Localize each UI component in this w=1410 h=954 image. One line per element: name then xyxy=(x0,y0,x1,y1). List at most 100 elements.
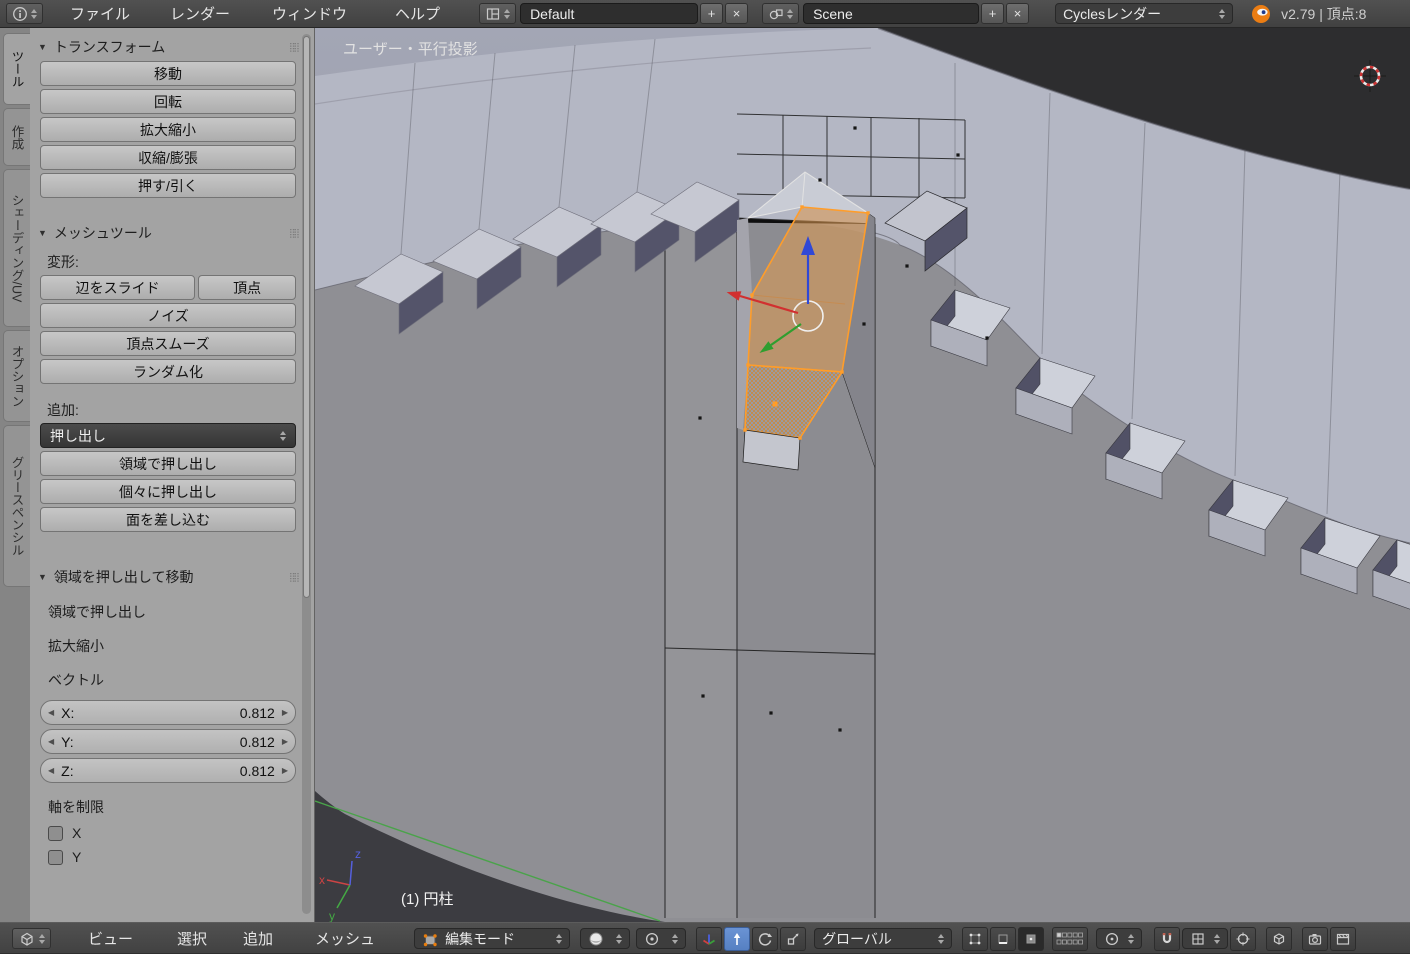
scene-name-field[interactable]: Scene xyxy=(803,3,980,24)
panel-transform-header[interactable]: ▼ トランスフォーム ⣿⣿ xyxy=(38,36,300,58)
extrude-region-button[interactable]: 領域で押し出し xyxy=(40,451,296,476)
shelf-tab-tools[interactable]: ツール xyxy=(3,33,30,105)
layers-grid-icon xyxy=(1056,932,1084,944)
snap-element-select[interactable] xyxy=(1182,928,1229,949)
shrink-fatten-button[interactable]: 収縮/膨張 xyxy=(40,145,296,170)
checkbox-box[interactable] xyxy=(48,849,63,865)
increment-arrow-icon[interactable]: ▶ xyxy=(282,737,288,746)
panel-grip-icon[interactable]: ⣿⣿ xyxy=(289,228,300,239)
delete-scene-button[interactable]: × xyxy=(1006,3,1030,24)
viewport-3d[interactable]: x y z ユーザー・平行投影 (1) 円柱 xyxy=(314,27,1410,923)
vertex-slide-button[interactable]: 頂点 xyxy=(198,275,296,300)
magnet-icon xyxy=(1162,932,1172,943)
shelf-tab-options[interactable]: オプション xyxy=(3,330,30,422)
transform-orientation-select[interactable]: グローバル xyxy=(814,928,953,949)
manipulator-scale-button[interactable] xyxy=(780,926,807,951)
add-scene-button[interactable]: + xyxy=(981,3,1005,24)
gear-mesh[interactable] xyxy=(314,27,1410,922)
scene-browse-button[interactable] xyxy=(762,3,800,24)
interaction-mode-select[interactable]: 編集モード xyxy=(414,928,571,949)
manipulator-rotate-button[interactable] xyxy=(752,926,779,951)
constraint-axis-y-checkbox[interactable]: Y xyxy=(48,849,298,865)
tool-shelf-scrollbar[interactable] xyxy=(302,34,311,914)
panel-title: 領域を押し出して移動 xyxy=(53,569,194,585)
manipulator-toggle-button[interactable] xyxy=(696,926,723,951)
increment-arrow-icon[interactable]: ▶ xyxy=(282,708,288,717)
menu-add[interactable]: 追加 xyxy=(230,928,286,949)
increment-arrow-icon[interactable]: ▶ xyxy=(282,766,288,775)
version-info: v2.79 | 頂点:8 xyxy=(1281,5,1367,22)
menu-mesh[interactable]: メッシュ xyxy=(302,928,388,949)
translate-button[interactable]: 移動 xyxy=(40,61,296,86)
menu-file[interactable]: ファイル xyxy=(57,3,143,24)
chevron-updown-icon xyxy=(556,933,563,944)
chevron-updown-icon xyxy=(39,933,45,944)
viewport-shading-select[interactable] xyxy=(580,928,631,949)
manipulator-axes-icon xyxy=(703,934,716,945)
opengl-render-animation-button[interactable] xyxy=(1330,926,1357,951)
editor-type-select[interactable] xyxy=(6,3,43,24)
vector-z-field[interactable]: ◀ Z: 0.812 ▶ xyxy=(40,758,296,783)
constraint-axis-x-checkbox[interactable]: X xyxy=(48,825,298,841)
panel-transform: ▼ トランスフォーム ⣿⣿ 移動 回転 拡大縮小 収縮/膨張 押す/引く xyxy=(38,36,300,198)
chevron-updown-icon xyxy=(1214,933,1221,944)
operator-step-extrude-label: 領域で押し出し xyxy=(48,604,146,620)
edit-mode-icon xyxy=(423,933,437,946)
scale-button[interactable]: 拡大縮小 xyxy=(40,117,296,142)
chevron-updown-icon xyxy=(787,8,794,19)
select-mode-edge-button[interactable] xyxy=(990,926,1017,951)
panel-title: トランスフォーム xyxy=(53,39,166,55)
manipulator-translate-button[interactable] xyxy=(724,926,751,951)
opengl-render-image-button[interactable] xyxy=(1302,926,1329,951)
constraint-axis-label: 軸を制限 xyxy=(48,799,104,815)
snap-target-button[interactable] xyxy=(1230,926,1257,951)
select-mode-vertex-button[interactable] xyxy=(962,926,989,951)
panel-grip-icon[interactable]: ⣿⣿ xyxy=(289,42,300,53)
shelf-tab-create[interactable]: 作成 xyxy=(3,108,30,166)
screen-layout-browse-button[interactable] xyxy=(479,3,517,24)
shelf-tab-shading-uv[interactable]: シェーディング/UV xyxy=(3,169,30,327)
edge-slide-button[interactable]: 辺をスライド xyxy=(40,275,196,300)
menu-select[interactable]: 選択 xyxy=(164,928,220,949)
limit-selection-visible-button[interactable] xyxy=(1266,926,1293,951)
noise-button[interactable]: ノイズ xyxy=(40,303,296,328)
decrement-arrow-icon[interactable]: ◀ xyxy=(48,737,54,746)
render-engine-select[interactable]: Cyclesレンダー xyxy=(1055,3,1234,24)
pivot-point-select[interactable] xyxy=(636,928,687,949)
decrement-arrow-icon[interactable]: ◀ xyxy=(48,708,54,717)
add-screen-layout-button[interactable]: + xyxy=(700,3,724,24)
chevron-updown-icon xyxy=(31,8,37,19)
menu-help[interactable]: ヘルプ xyxy=(382,3,453,24)
panel-grip-icon[interactable]: ⣿⣿ xyxy=(289,572,300,583)
menu-render[interactable]: レンダー xyxy=(157,3,243,24)
editor-type-select[interactable] xyxy=(12,928,51,949)
panel-operator-header[interactable]: ▼ 領域を押し出して移動 ⣿⣿ xyxy=(38,566,300,588)
menu-view[interactable]: ビュー xyxy=(75,928,146,949)
inset-faces-button[interactable]: 面を差し込む xyxy=(40,507,296,532)
proportional-edit-select[interactable] xyxy=(1096,928,1143,949)
select-mode-face-button[interactable] xyxy=(1018,926,1045,951)
decrement-arrow-icon[interactable]: ◀ xyxy=(48,766,54,775)
layers-grid-widget[interactable] xyxy=(1052,926,1089,951)
add-label: 追加: xyxy=(47,402,79,418)
shelf-tab-grease-pencil[interactable]: グリースペンシル xyxy=(3,425,30,587)
randomize-button[interactable]: ランダム化 xyxy=(40,359,296,384)
vector-x-field[interactable]: ◀ X: 0.812 ▶ xyxy=(40,700,296,725)
extrude-individual-button[interactable]: 個々に押し出し xyxy=(40,479,296,504)
rotate-button[interactable]: 回転 xyxy=(40,89,296,114)
extrude-menu-select[interactable]: 押し出し xyxy=(40,423,296,448)
deform-label: 変形: xyxy=(47,254,79,270)
checkbox-box[interactable] xyxy=(48,825,63,841)
edge-select-icon xyxy=(998,934,1008,944)
snap-increment-icon xyxy=(1192,932,1204,945)
collapse-triangle-icon: ▼ xyxy=(38,228,47,238)
viewport-header-bar: ビュー 選択 追加 メッシュ 編集モード グローバル xyxy=(0,922,1410,954)
snap-toggle-button[interactable] xyxy=(1154,926,1181,951)
menu-window[interactable]: ウィンドウ xyxy=(259,3,360,24)
screen-layout-name-field[interactable]: Default xyxy=(520,3,699,24)
vertex-smooth-button[interactable]: 頂点スムーズ xyxy=(40,331,296,356)
delete-screen-layout-button[interactable]: × xyxy=(725,3,749,24)
vector-y-field[interactable]: ◀ Y: 0.812 ▶ xyxy=(40,729,296,754)
panel-mesh-tools-header[interactable]: ▼ メッシュツール ⣿⣿ xyxy=(38,222,300,244)
push-pull-button[interactable]: 押す/引く xyxy=(40,173,296,198)
